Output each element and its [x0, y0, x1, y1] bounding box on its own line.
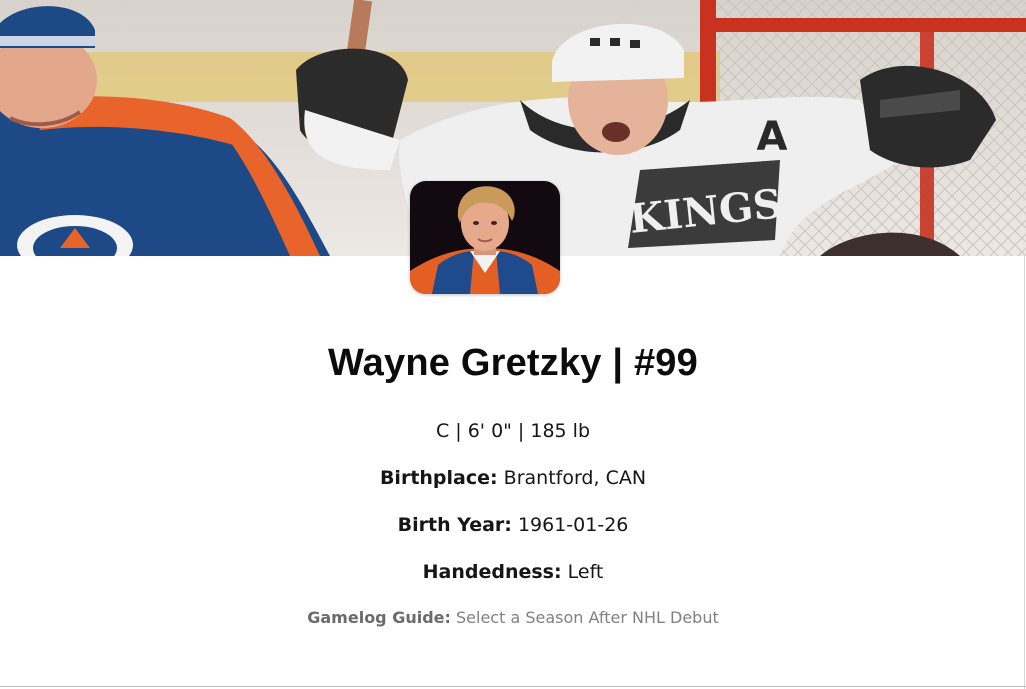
handedness-value: Left	[567, 561, 604, 583]
gamelog-guide: Gamelog Guide: Select a Season After NHL…	[0, 596, 1026, 640]
gamelog-guide-label: Gamelog Guide:	[307, 608, 451, 627]
player-info: Wayne Gretzky | #99 C | 6' 0" | 185 lb B…	[0, 330, 1026, 640]
player-headshot	[410, 181, 560, 294]
birth-year-label: Birth Year:	[397, 514, 512, 536]
page-bottom-border	[0, 686, 1026, 687]
birth-year-value: 1961-01-26	[517, 514, 629, 536]
handedness-row: Handedness: Left	[0, 549, 1026, 596]
birth-year-row: Birth Year: 1961-01-26	[0, 502, 1026, 549]
handedness-label: Handedness:	[422, 561, 562, 583]
birthplace-row: Birthplace: Brantford, CAN	[0, 455, 1026, 502]
gamelog-guide-text: Select a Season After NHL Debut	[456, 608, 719, 627]
player-name-heading: Wayne Gretzky | #99	[328, 342, 698, 384]
page-right-border	[1024, 256, 1025, 689]
birthplace-value: Brantford, CAN	[503, 467, 647, 489]
player-vitals: C | 6' 0" | 185 lb	[435, 420, 591, 442]
svg-text:A: A	[757, 114, 788, 160]
birthplace-label: Birthplace:	[379, 467, 498, 489]
